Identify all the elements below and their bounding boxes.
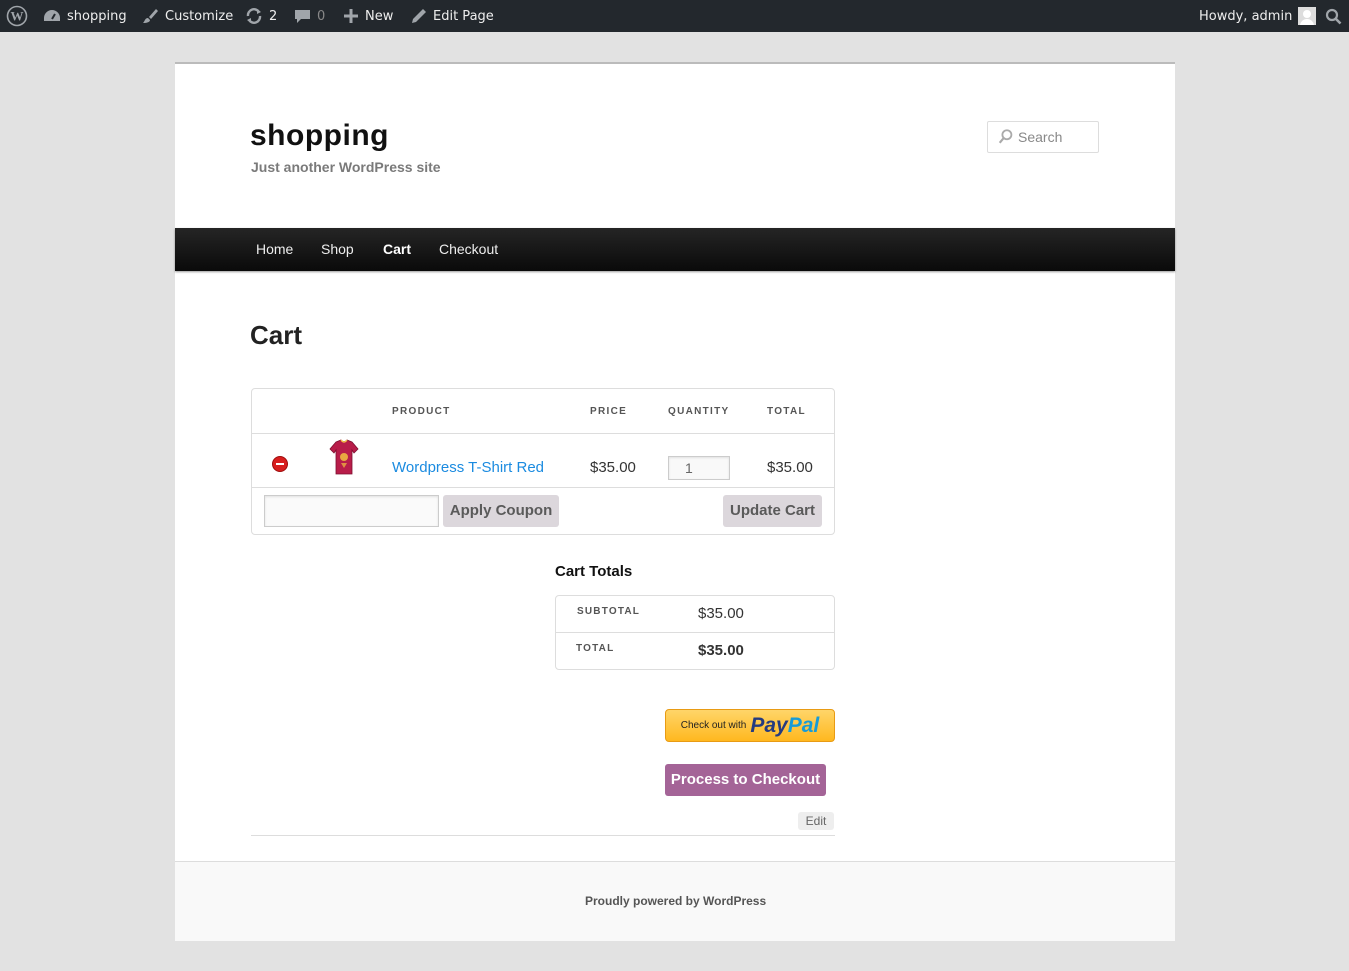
product-link[interactable]: Wordpress T-Shirt Red (392, 459, 544, 476)
subtotal-value: $35.00 (698, 605, 744, 622)
column-header-quantity: QUANTITY (668, 406, 730, 417)
remove-item-icon[interactable] (272, 456, 288, 472)
howdy-label: Howdy, admin (1199, 8, 1293, 24)
main-navigation: Home Shop Cart Checkout (175, 228, 1175, 271)
divider (252, 433, 834, 434)
updates-menu[interactable]: 2 (245, 0, 277, 32)
order-total-value: $35.00 (698, 642, 744, 659)
column-header-total: TOTAL (767, 406, 806, 417)
pencil-icon (411, 8, 427, 24)
subtotal-label: SUBTOTAL (577, 606, 641, 617)
plus-icon (343, 8, 359, 24)
nav-item-home[interactable]: Home (256, 228, 293, 271)
apply-coupon-button[interactable]: Apply Coupon (443, 495, 559, 527)
comment-icon (294, 8, 311, 24)
nav-item-cart[interactable]: Cart (383, 228, 411, 271)
site-footer: Proudly powered by WordPress (175, 861, 1175, 941)
paypal-logo-pal: Pal (787, 713, 820, 737)
cart-totals-table: SUBTOTAL $35.00 TOTAL $35.00 (555, 595, 835, 670)
edit-page-menu[interactable]: Edit Page (411, 0, 494, 32)
paintbrush-icon (141, 7, 159, 25)
admin-bar: W shopping Customize 2 0 New Edit Page H… (0, 0, 1349, 32)
nav-item-shop[interactable]: Shop (321, 228, 354, 271)
paypal-logo-pay: Pay (750, 713, 788, 737)
updates-count: 2 (269, 8, 278, 24)
update-cart-button[interactable]: Update Cart (723, 495, 822, 527)
column-header-price: PRICE (590, 406, 628, 417)
customize-menu[interactable]: Customize (141, 0, 233, 32)
admin-search-button[interactable] (1325, 0, 1342, 32)
wordpress-logo-icon: W (6, 5, 28, 27)
cart-totals-heading: Cart Totals (555, 563, 633, 580)
site-description: Just another WordPress site (251, 159, 441, 175)
site-title[interactable]: shopping (250, 119, 389, 153)
quantity-input[interactable] (668, 456, 730, 480)
search-icon (998, 129, 1013, 144)
coupon-code-input[interactable] (264, 495, 439, 527)
svg-text:W: W (11, 9, 24, 24)
wordpress-logo-menu[interactable]: W (6, 0, 28, 32)
dashboard-icon (43, 8, 61, 24)
site-name-menu[interactable]: shopping (43, 0, 127, 32)
footer-credit-link[interactable]: Proudly powered by WordPress (585, 894, 766, 908)
search-icon (1325, 8, 1342, 24)
paypal-prefix: Check out with (680, 720, 747, 731)
search-input[interactable] (1018, 129, 1098, 145)
edit-link[interactable]: Edit (798, 812, 834, 830)
updates-icon (245, 7, 263, 25)
my-account-menu[interactable]: Howdy, admin (1199, 0, 1317, 32)
divider (556, 632, 834, 633)
order-total-label: TOTAL (576, 643, 615, 654)
divider (252, 487, 834, 488)
product-thumbnail[interactable] (328, 438, 360, 478)
site-name-label: shopping (67, 8, 127, 24)
search-form (987, 121, 1099, 153)
cart-table: PRODUCT PRICE QUANTITY TOTAL Wordpress T… (251, 388, 835, 535)
divider (251, 835, 835, 836)
new-content-menu[interactable]: New (343, 0, 393, 32)
comments-menu[interactable]: 0 (294, 0, 325, 32)
nav-item-checkout[interactable]: Checkout (439, 228, 498, 271)
proceed-to-checkout-button[interactable]: Process to Checkout (665, 764, 826, 796)
edit-page-label: Edit Page (433, 8, 494, 24)
page-title: Cart (250, 320, 303, 350)
customize-label: Customize (165, 8, 234, 24)
page-container: shopping Just another WordPress site Hom… (175, 62, 1175, 941)
product-price: $35.00 (590, 459, 636, 476)
paypal-checkout-button[interactable]: Check out with Pay Pal (665, 709, 835, 742)
comments-count: 0 (317, 8, 326, 24)
avatar (1298, 7, 1317, 25)
new-label: New (365, 8, 394, 24)
column-header-product: PRODUCT (392, 406, 451, 417)
product-subtotal: $35.00 (767, 459, 813, 476)
